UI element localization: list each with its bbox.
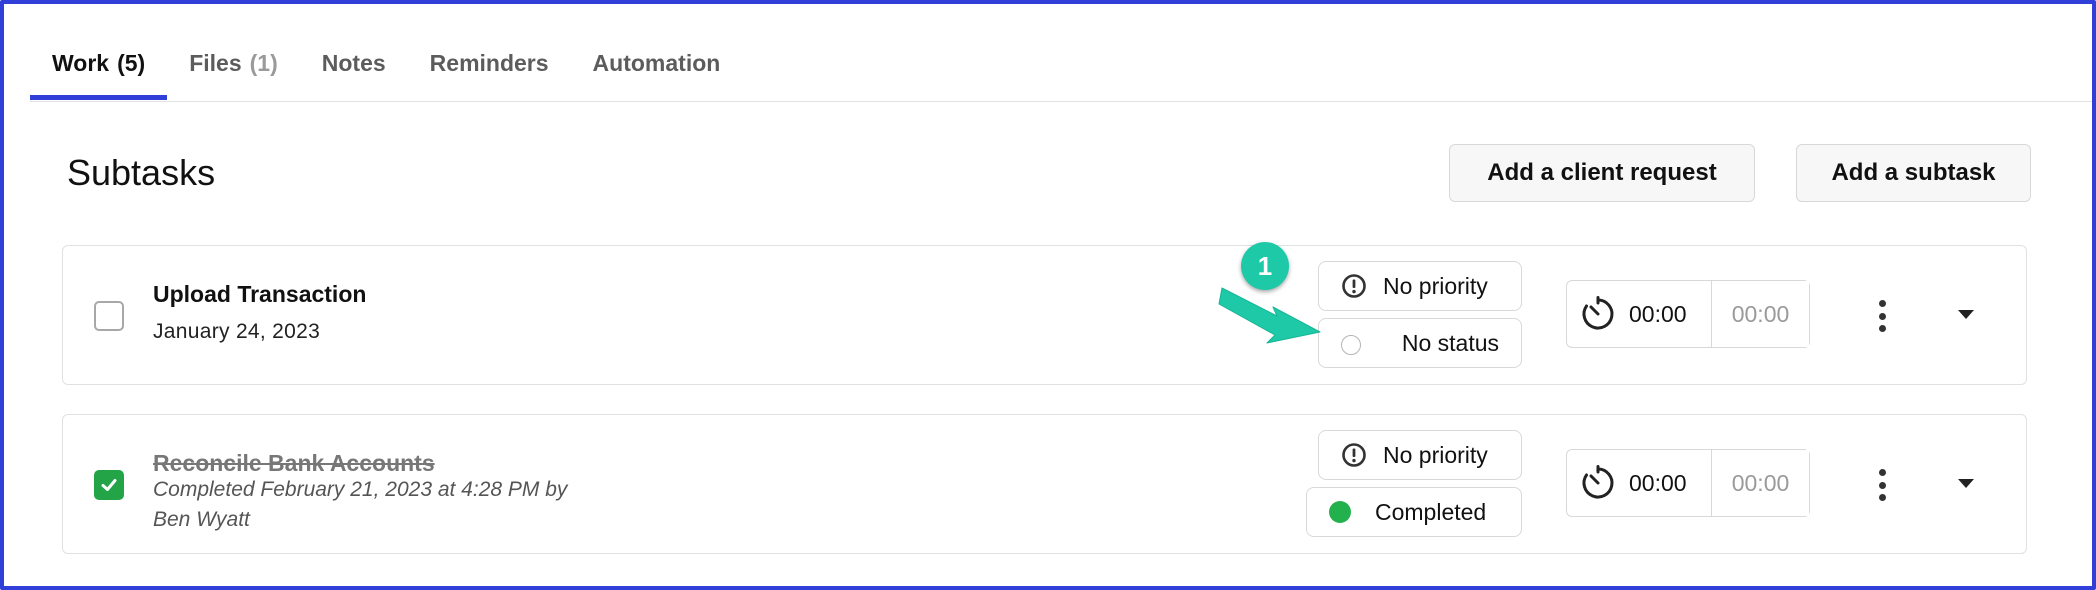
tab-work-label: Work <box>52 50 110 76</box>
tab-work[interactable]: Work (5) <box>30 40 168 100</box>
priority-label: No priority <box>1383 441 1488 468</box>
tab-reminders-label: Reminders <box>429 50 549 76</box>
tab-automation-label: Automation <box>592 50 721 76</box>
tabs-divider <box>30 101 2092 102</box>
time-estimate-input[interactable]: 00:00 <box>1712 450 1809 516</box>
status-selector[interactable]: Completed <box>1306 487 1522 537</box>
tab-bar: Work (5) Files (1) Notes Reminders Automat… <box>30 40 764 102</box>
subtask-checkbox[interactable] <box>94 470 124 500</box>
timer-start-button[interactable]: 00:00 <box>1567 281 1712 347</box>
subtask-card: Reconcile Bank Accounts Completed Februa… <box>62 414 2027 554</box>
priority-selector[interactable]: No priority <box>1318 430 1522 480</box>
subtask-card: Upload Transaction January 24, 2023 No p… <box>62 245 2027 385</box>
annotation-arrow-icon <box>1218 287 1321 344</box>
kebab-menu-icon[interactable] <box>1871 465 1893 505</box>
priority-exclamation-icon <box>1341 273 1367 299</box>
add-client-request-button[interactable]: Add a client request <box>1449 144 1755 202</box>
tab-work-count: (5) <box>117 50 146 76</box>
status-completed-dot-icon <box>1329 501 1351 523</box>
subtask-title[interactable]: Reconcile Bank Accounts <box>153 450 435 477</box>
completed-line: Completed February 21, 2023 at 4:28 PM b… <box>153 478 568 501</box>
subtask-completed-info: Completed February 21, 2023 at 4:28 PM b… <box>153 475 673 535</box>
tab-notes-label: Notes <box>321 50 386 76</box>
tab-automation[interactable]: Automation <box>593 40 721 77</box>
time-tracker: 00:00 00:00 <box>1566 280 1810 348</box>
priority-selector[interactable]: No priority <box>1318 261 1522 311</box>
subtask-date: January 24, 2023 <box>153 320 321 343</box>
tab-files[interactable]: Files (1) <box>189 40 278 77</box>
timer-value: 00:00 <box>1629 300 1687 327</box>
tab-reminders[interactable]: Reminders <box>430 40 549 77</box>
status-label: No status <box>1401 329 1499 356</box>
status-radio-icon <box>1341 335 1361 355</box>
timer-start-button[interactable]: 00:00 <box>1567 450 1712 516</box>
priority-exclamation-icon <box>1341 442 1367 468</box>
kebab-menu-icon[interactable] <box>1871 296 1893 336</box>
subtask-title[interactable]: Upload Transaction <box>153 281 366 308</box>
subtask-checkbox[interactable] <box>94 301 124 331</box>
timer-icon <box>1579 464 1617 502</box>
completed-by: Ben Wyatt <box>153 508 250 531</box>
time-tracker: 00:00 00:00 <box>1566 449 1810 517</box>
tab-files-count: (1) <box>249 50 278 76</box>
tab-files-label: Files <box>189 50 242 76</box>
section-title: Subtasks <box>67 152 216 193</box>
active-tab-underline <box>30 95 168 100</box>
tab-notes[interactable]: Notes <box>322 40 386 77</box>
priority-label: No priority <box>1383 272 1488 299</box>
checkmark-icon <box>101 479 117 491</box>
status-selector[interactable]: No status <box>1318 318 1522 368</box>
chevron-down-icon[interactable] <box>1958 310 1974 319</box>
chevron-down-icon[interactable] <box>1958 479 1974 488</box>
add-subtask-button[interactable]: Add a subtask <box>1796 144 2031 202</box>
timer-icon <box>1579 295 1617 333</box>
time-estimate-input[interactable]: 00:00 <box>1712 281 1809 347</box>
status-label: Completed <box>1375 498 1487 525</box>
timer-value: 00:00 <box>1629 469 1687 496</box>
